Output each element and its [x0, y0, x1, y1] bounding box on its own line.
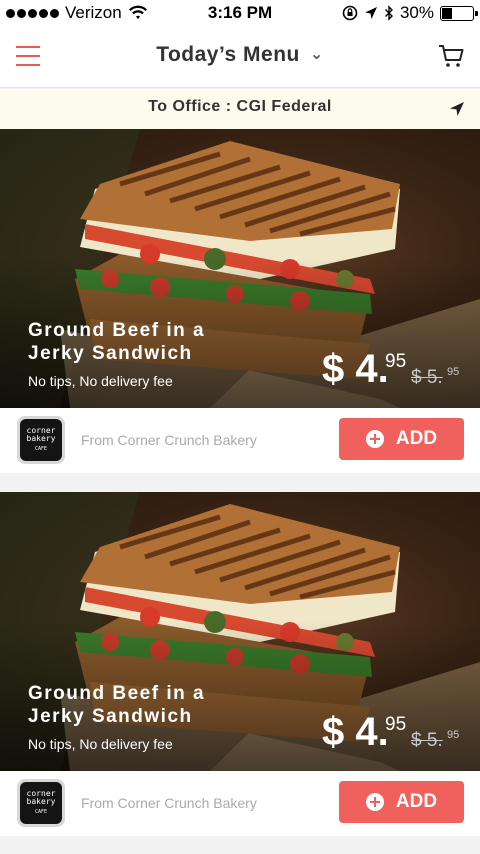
- add-button-label: ADD: [395, 428, 438, 449]
- card-footer: corner bakery CAFE From Corner Crunch Ba…: [0, 408, 480, 473]
- chevron-down-icon: ⌄: [309, 46, 324, 63]
- card-footer: corner bakery CAFE From Corner Crunch Ba…: [0, 771, 480, 836]
- status-bar: Verizon 3:16 PM 30%: [0, 0, 480, 28]
- plus-circle-icon: [365, 793, 384, 811]
- price-cents: 95: [385, 714, 407, 735]
- rotation-lock-icon: [342, 5, 358, 21]
- dish-name-line1: Ground Beef in a: [28, 683, 206, 704]
- dish-name: Ground Beef in a Jerky Sandwich: [28, 682, 288, 728]
- vendor-logo: corner bakery CAFE: [17, 416, 65, 464]
- price-cents: 95: [385, 351, 407, 372]
- vendor-logo: corner bakery CAFE: [17, 779, 65, 827]
- menu-item-card[interactable]: Ground Beef in a Jerky Sandwich No tips,…: [0, 492, 480, 836]
- logo-text-bottom: CAFE: [34, 809, 48, 815]
- dish-name-line2: Jerky Sandwich: [28, 706, 193, 727]
- vendor-label: From Corner Crunch Bakery: [81, 795, 257, 811]
- page-title-dropdown[interactable]: Today’s Menu ⌄: [0, 43, 480, 67]
- bluetooth-icon: [384, 5, 393, 21]
- food-image: Ground Beef in a Jerky Sandwich No tips,…: [0, 492, 480, 771]
- add-button[interactable]: ADD: [339, 781, 464, 823]
- original-price: $ 5.: [411, 367, 443, 388]
- logo-text-mid: bakery: [26, 797, 56, 806]
- delivery-location-label: To Office : CGI Federal: [148, 98, 332, 115]
- original-price-cents: 95: [447, 729, 460, 741]
- menu-item-card[interactable]: Ground Beef in a Jerky Sandwich No tips,…: [0, 129, 480, 473]
- logo-text-mid: bakery: [26, 434, 56, 443]
- original-price: $ 5.: [411, 730, 443, 751]
- food-image: Ground Beef in a Jerky Sandwich No tips,…: [0, 129, 480, 408]
- vendor-label: From Corner Crunch Bakery: [81, 432, 257, 448]
- price: $ 4.: [322, 347, 389, 391]
- delivery-note: No tips, No delivery fee: [28, 373, 173, 389]
- dish-name-line1: Ground Beef in a: [28, 320, 206, 341]
- status-icons: 30%: [342, 3, 478, 23]
- logo-text-bottom: CAFE: [34, 446, 48, 452]
- delivery-location-bar[interactable]: To Office : CGI Federal: [0, 89, 480, 129]
- plus-circle-icon: [365, 430, 384, 448]
- delivery-note: No tips, No delivery fee: [28, 736, 173, 752]
- dish-name: Ground Beef in a Jerky Sandwich: [28, 319, 288, 365]
- dish-name-line2: Jerky Sandwich: [28, 343, 193, 364]
- add-button[interactable]: ADD: [339, 418, 464, 460]
- location-arrow-icon[interactable]: [448, 100, 466, 118]
- battery-percent: 30%: [399, 3, 434, 22]
- nav-bar: Today’s Menu ⌄: [0, 28, 480, 88]
- cart-icon[interactable]: [438, 43, 464, 69]
- location-icon: [364, 7, 377, 19]
- original-price-cents: 95: [447, 366, 460, 378]
- battery-icon: [440, 5, 478, 21]
- page-title: Today’s Menu: [156, 43, 300, 66]
- add-button-label: ADD: [395, 791, 438, 812]
- price: $ 4.: [322, 710, 389, 754]
